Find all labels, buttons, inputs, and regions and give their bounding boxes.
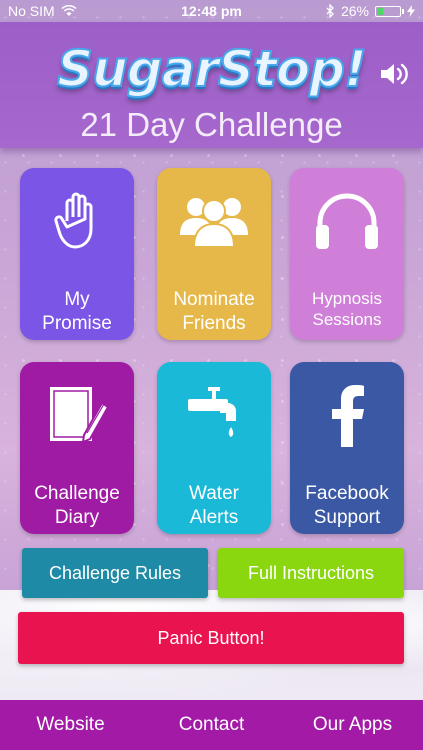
- bluetooth-icon: [326, 4, 334, 18]
- tile-label: Water: [189, 483, 239, 504]
- water-tap-icon: [174, 380, 254, 450]
- charging-icon: [407, 5, 415, 17]
- speaker-icon[interactable]: [379, 60, 411, 88]
- group-people-icon: [174, 186, 254, 256]
- tile-water-alerts[interactable]: Water Alerts: [157, 362, 271, 534]
- tile-label: Friends: [182, 312, 246, 334]
- tile-label: Nominate: [173, 289, 255, 310]
- bottom-nav-bar: Website Contact Our Apps: [0, 700, 423, 750]
- tile-label: Challenge: [34, 483, 120, 504]
- battery-icon: [375, 5, 404, 17]
- app-logo: SugarStop!: [56, 39, 368, 99]
- tile-label: Hypnosis: [312, 289, 382, 308]
- tile-challenge-diary[interactable]: Challenge Diary: [20, 362, 134, 534]
- tile-label: Promise: [42, 312, 112, 334]
- status-time: 12:48 pm: [181, 3, 242, 19]
- website-link[interactable]: Website: [0, 714, 141, 736]
- tile-nominate-friends[interactable]: Nominate Friends: [157, 168, 271, 340]
- battery-percent: 26%: [340, 3, 369, 19]
- headphones-icon: [307, 186, 387, 256]
- contact-link[interactable]: Contact: [141, 714, 282, 736]
- tile-label: Sessions: [312, 310, 382, 330]
- our-apps-link[interactable]: Our Apps: [282, 714, 423, 736]
- facebook-icon: [307, 380, 387, 450]
- challenge-rules-button[interactable]: Challenge Rules: [22, 548, 208, 598]
- header-banner: SugarStop! 21 Day Challenge: [0, 22, 423, 148]
- tile-hypnosis-sessions[interactable]: Hypnosis Sessions: [290, 168, 404, 340]
- raised-hand-icon: [37, 186, 117, 256]
- tile-my-promise[interactable]: My Promise: [20, 168, 134, 340]
- status-bar: No SIM 12:48 pm 26%: [0, 0, 423, 22]
- tile-label: Alerts: [189, 506, 239, 528]
- full-instructions-button[interactable]: Full Instructions: [218, 548, 404, 598]
- tile-label: Support: [313, 506, 381, 528]
- panic-button[interactable]: Panic Button!: [18, 612, 404, 664]
- notebook-pen-icon: [37, 380, 117, 450]
- tile-label: My: [64, 289, 90, 310]
- wifi-icon: [61, 5, 77, 16]
- tile-label: Diary: [54, 506, 100, 528]
- challenge-subtitle: 21 Day Challenge: [80, 106, 343, 143]
- tile-label: Facebook: [305, 483, 389, 504]
- carrier-label: No SIM: [8, 3, 55, 19]
- tile-facebook-support[interactable]: Facebook Support: [290, 362, 404, 534]
